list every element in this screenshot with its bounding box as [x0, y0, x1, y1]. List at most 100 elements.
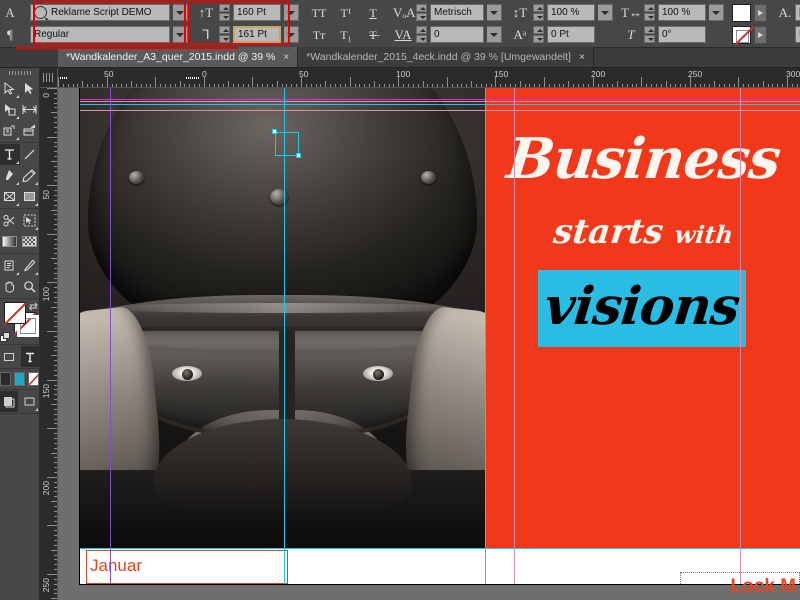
ruler-tick: [198, 84, 200, 87]
tracking-input[interactable]: 0: [430, 26, 484, 43]
paragraph-formatting-icon[interactable]: ¶: [0, 26, 20, 44]
page-tool[interactable]: [0, 99, 20, 120]
apply-none-button[interactable]: [28, 372, 39, 386]
ruler-tick: [54, 515, 57, 517]
selection-tool[interactable]: [0, 78, 20, 99]
default-fill-stroke-icon[interactable]: [0, 332, 11, 343]
horizontal-scale-stepper[interactable]: [644, 4, 655, 21]
ruler-tick: [164, 84, 166, 87]
font-size-stepper[interactable]: [219, 4, 230, 21]
margin-guide-bottom-inner: [80, 110, 800, 111]
vertical-scale-input[interactable]: 100 %: [547, 4, 595, 21]
normal-screen-mode-button[interactable]: [0, 391, 18, 412]
eyedropper-tool[interactable]: [20, 255, 40, 276]
char-para-toggle-group[interactable]: A ¶: [0, 0, 20, 47]
font-family-dropdown-button[interactable]: [173, 4, 188, 21]
fill-color-swatch[interactable]: [3, 302, 27, 326]
frame-handle-tl[interactable]: [272, 129, 277, 134]
character-style-input[interactable]: [Ohne]: [795, 4, 800, 21]
formatting-affects-text-icon[interactable]: [20, 346, 39, 367]
horizontal-scale-input[interactable]: 100 %: [658, 4, 706, 21]
free-transform-tool[interactable]: [20, 210, 40, 231]
skew-stepper[interactable]: [644, 26, 655, 43]
all-caps-button[interactable]: TT: [307, 4, 331, 22]
pen-tool[interactable]: [0, 165, 20, 186]
kerning-stepper[interactable]: [416, 4, 427, 21]
document-page[interactable]: Business starts with visions Januar Lock…: [80, 88, 800, 597]
baseline-shift-stepper[interactable]: [533, 26, 544, 43]
vertical-scale-dropdown-button[interactable]: [598, 4, 613, 21]
type-tool[interactable]: [0, 144, 20, 165]
close-icon[interactable]: ×: [579, 52, 585, 63]
direct-selection-tool[interactable]: [20, 78, 40, 99]
ruler-tick: [54, 190, 57, 192]
tracking-stepper[interactable]: [416, 26, 427, 43]
subscript-button[interactable]: T₁: [334, 26, 358, 44]
apply-color-button[interactable]: [0, 372, 11, 386]
vertical-ruler[interactable]: 0 50 100 150 200 250: [40, 88, 58, 600]
ruler-tick: [51, 112, 57, 114]
kerning-input[interactable]: Metrisch: [430, 4, 484, 21]
baseline-shift-input[interactable]: 0 Pt: [547, 26, 595, 43]
preview-screen-mode-button[interactable]: [21, 391, 39, 412]
underline-button[interactable]: T: [361, 4, 385, 22]
ruler-tick: [772, 84, 774, 87]
leading-dropdown-button[interactable]: [284, 26, 299, 43]
fill-swatch-menu-button[interactable]: [754, 3, 767, 22]
zoom-tool[interactable]: [20, 276, 40, 297]
stroke-swatch-menu-button[interactable]: [754, 25, 767, 44]
horizontal-ruler[interactable]: 50 0 50 100 150 200 250 300: [58, 68, 800, 88]
document-canvas[interactable]: Business starts with visions Januar Lock…: [58, 88, 800, 600]
frame-handle-br[interactable]: [296, 153, 301, 158]
formatting-affects-container-icon[interactable]: [0, 346, 19, 367]
language-input[interactable]: Deutsc: [795, 26, 800, 43]
character-formatting-icon[interactable]: A: [0, 4, 20, 22]
rectangle-tool[interactable]: [20, 186, 40, 207]
font-family-input[interactable]: Reklame Script DEMO: [30, 4, 170, 21]
gradient-swatch-tool[interactable]: [0, 231, 20, 252]
skew-input[interactable]: 0°: [658, 26, 706, 43]
close-icon[interactable]: ×: [283, 52, 289, 63]
vertical-scale-icon: ↕T: [512, 4, 528, 20]
font-style-input[interactable]: Regular: [30, 26, 170, 43]
panel-grip[interactable]: [0, 68, 39, 77]
ruler-origin-corner[interactable]: [40, 68, 58, 88]
formatting-affects-group: [0, 345, 39, 369]
ruler-tick: [456, 84, 458, 87]
vertical-scale-stepper[interactable]: [533, 4, 544, 21]
rectangle-frame-tool[interactable]: [0, 186, 20, 207]
content-collector-tool[interactable]: [0, 120, 20, 141]
fill-swatch[interactable]: [732, 3, 751, 22]
stroke-swatch-none[interactable]: [732, 25, 751, 44]
content-placer-tool[interactable]: [20, 120, 40, 141]
gap-tool[interactable]: [20, 99, 40, 120]
line-tool[interactable]: [20, 144, 40, 165]
kerning-dropdown-button[interactable]: [487, 4, 502, 21]
ruler-tick: [636, 84, 638, 87]
note-tool[interactable]: [0, 255, 20, 276]
leading-stepper[interactable]: [219, 26, 230, 43]
small-caps-button[interactable]: Tᴛ: [307, 26, 331, 44]
visions-cyan-box[interactable]: visions: [538, 270, 746, 347]
ruler-tick: [54, 122, 57, 123]
gradient-feather-tool[interactable]: [20, 231, 40, 252]
horizontal-scale-dropdown-button[interactable]: [709, 4, 724, 21]
scissors-tool[interactable]: [0, 210, 20, 231]
font-style-dropdown-button[interactable]: [173, 26, 188, 43]
strikethrough-button[interactable]: T̶: [361, 26, 385, 44]
font-size-input[interactable]: 160 Pt: [233, 4, 281, 21]
red-headline-panel[interactable]: Business starts with visions: [485, 88, 800, 548]
superscript-button[interactable]: T¹: [334, 4, 358, 22]
ruler-tick: [54, 437, 57, 439]
tab-wandkalender-4eck[interactable]: *Wandkalender_2015_4eck.indd @ 39 % [Umg…: [298, 47, 594, 67]
pencil-tool[interactable]: [20, 165, 40, 186]
hand-tool[interactable]: [0, 276, 20, 297]
ruler-tick: [54, 263, 57, 264]
tracking-dropdown-button[interactable]: [487, 26, 502, 43]
font-size-dropdown-button[interactable]: [284, 4, 299, 21]
tab-wandkalender-a3-quer[interactable]: *Wandkalender_A3_quer_2015.indd @ 39 % ×: [58, 47, 299, 67]
apply-gradient-button[interactable]: [14, 372, 25, 386]
ruler-v-tick-label: 100: [41, 287, 51, 302]
leading-input[interactable]: 161 Pt: [233, 26, 281, 43]
photo-frame[interactable]: [80, 88, 485, 548]
